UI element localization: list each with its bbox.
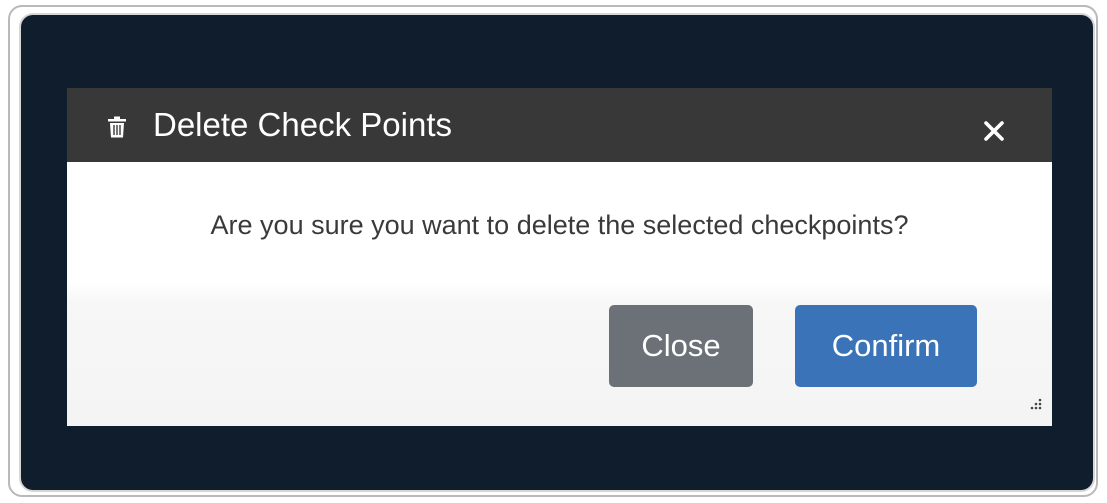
close-icon[interactable]: [977, 114, 1011, 148]
dialog-title: Delete Check Points: [153, 106, 452, 143]
dialog-header: Delete Check Points: [67, 88, 1052, 162]
resize-grip-icon[interactable]: [1028, 398, 1042, 412]
delete-checkpoints-dialog: Delete Check Points Are you sure you wan…: [67, 88, 1052, 426]
confirm-button[interactable]: Confirm: [795, 305, 977, 387]
trash-icon: [108, 116, 126, 138]
close-button[interactable]: Close: [609, 305, 753, 387]
confirmation-message: Are you sure you want to delete the sele…: [210, 210, 909, 240]
dialog-body: Are you sure you want to delete the sele…: [67, 162, 1052, 426]
